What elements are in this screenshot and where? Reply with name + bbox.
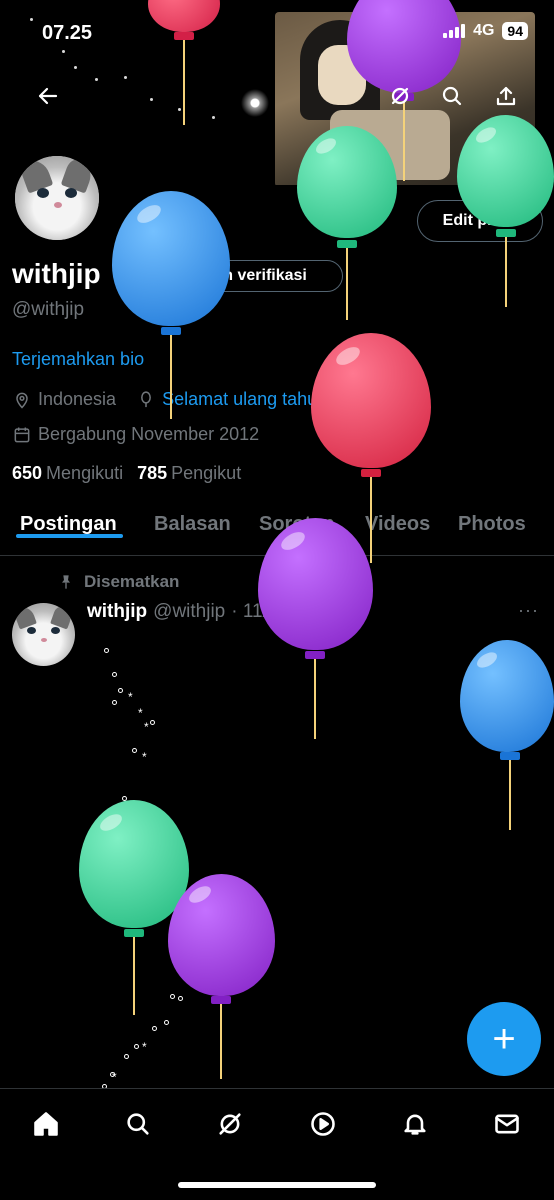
nav-home[interactable]: [29, 1107, 63, 1141]
back-button[interactable]: [32, 80, 64, 112]
followers-count[interactable]: 785: [137, 463, 167, 484]
battery-indicator: 94: [502, 22, 528, 40]
play-icon: [311, 1112, 335, 1136]
pin-icon: [62, 575, 70, 589]
search-icon: [127, 1113, 149, 1135]
share-button[interactable]: [490, 80, 522, 112]
bell-icon: [404, 1114, 426, 1135]
status-right: 4G 94: [443, 22, 528, 40]
following-count[interactable]: 650: [12, 463, 42, 484]
compose-post-button[interactable]: +: [467, 1002, 541, 1076]
grok-button[interactable]: [384, 80, 416, 112]
nav-video[interactable]: [306, 1107, 340, 1141]
cat-photo: [12, 603, 75, 666]
arrow-left-icon: [38, 87, 58, 105]
profile-name: withjip: [12, 258, 101, 289]
post-avatar[interactable]: [12, 603, 75, 666]
tab-photos[interactable]: Photos: [458, 505, 526, 536]
balloon-purple-1: [258, 518, 373, 740]
nav-notifications[interactable]: [398, 1107, 432, 1141]
grok-icon: [391, 87, 409, 105]
mail-icon: [495, 1114, 519, 1134]
home-indicator: [178, 1182, 376, 1188]
nav-search[interactable]: [121, 1107, 155, 1141]
grok-icon: [219, 1113, 241, 1135]
pinned-indicator: Disematkan: [58, 572, 179, 592]
nav-grok[interactable]: [213, 1107, 247, 1141]
balloon-green-1: [297, 126, 397, 321]
location-pin-icon: [16, 392, 28, 409]
joined-row: Bergabung November 2012: [12, 424, 259, 445]
tab-balasan[interactable]: Balasan: [154, 505, 231, 536]
calendar-icon: [14, 427, 30, 442]
post-author[interactable]: withjip: [87, 601, 147, 623]
joined-text: Bergabung November 2012: [38, 424, 260, 444]
follow-stats: 650 Mengikuti 785 Pengikut: [12, 463, 241, 484]
post-more-button[interactable]: ···: [518, 600, 539, 621]
tab-postingan[interactable]: Postingan: [16, 505, 123, 538]
profile-avatar[interactable]: [12, 153, 102, 243]
pinned-label: Disematkan: [84, 572, 180, 591]
search-button[interactable]: [436, 80, 468, 112]
share-icon: [496, 86, 516, 106]
status-bar: 07.25 4G 94: [0, 0, 554, 60]
cat-photo: [15, 156, 99, 240]
home-icon: [34, 1112, 58, 1136]
post-handle[interactable]: @withjip: [153, 601, 225, 623]
balloon-purple-2: [168, 874, 275, 1079]
search-icon: [442, 86, 462, 106]
nav-messages[interactable]: [490, 1107, 524, 1141]
following-label[interactable]: Mengikuti: [46, 463, 123, 484]
followers-label[interactable]: Pengikut: [171, 463, 241, 484]
balloon-blue-2: [460, 640, 554, 830]
status-time: 07.25: [42, 22, 93, 44]
signal-icon: [443, 24, 466, 38]
dandelion-icon: [240, 88, 270, 118]
balloon-blue-1: [112, 191, 230, 421]
network-label: 4G: [473, 22, 495, 39]
balloon-green-2: [457, 115, 554, 307]
profile-handle: @withjip: [12, 299, 85, 320]
location-text: Indonesia: [38, 389, 117, 409]
